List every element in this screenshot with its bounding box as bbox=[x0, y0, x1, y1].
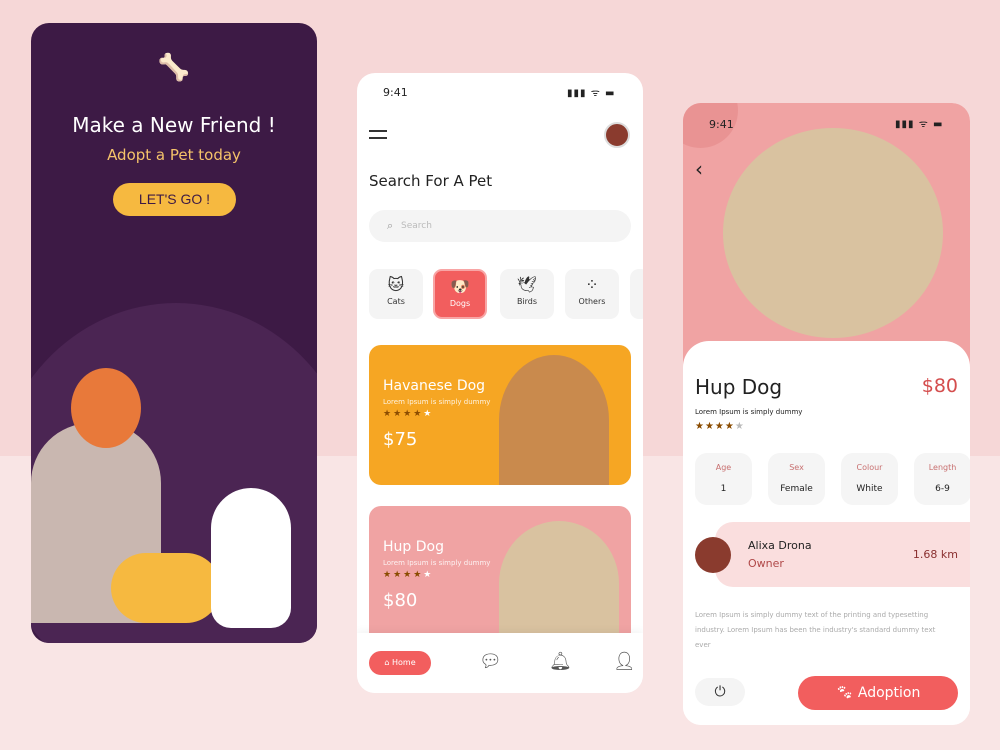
status-time: 9:41 bbox=[383, 86, 408, 99]
pet-name: Hup Dog bbox=[695, 375, 783, 399]
bird-icon: 🕊 bbox=[516, 275, 538, 294]
search-screen: 9:41 ▮▮▮ ᯤ ▬ Search For A Pet Search ⌕ 🐱… bbox=[357, 73, 643, 693]
profile-icon[interactable]: 👤︎ bbox=[613, 651, 636, 672]
attr-label: Sex bbox=[789, 463, 804, 472]
category-label: Dogs bbox=[449, 299, 471, 308]
pet-card-hup[interactable]: Hup Dog Lorem Ipsum is simply dummy ★★★★… bbox=[369, 506, 631, 646]
page-title: Search For A Pet bbox=[369, 172, 493, 190]
attr-label: Length bbox=[928, 463, 957, 472]
card-desc: Lorem Ipsum is simply dummy bbox=[383, 398, 491, 406]
category-label: Cats bbox=[387, 297, 405, 306]
category-label: Others bbox=[578, 297, 606, 306]
attr-value: White bbox=[856, 484, 883, 494]
card-title: Havanese Dog bbox=[383, 378, 486, 394]
home-icon: ⌂ bbox=[384, 658, 392, 667]
pet-description: Lorem Ipsum is simply dummy text of the … bbox=[695, 611, 936, 649]
category-dogs[interactable]: 🐶 Dogs bbox=[433, 269, 487, 319]
card-title: Hup Dog bbox=[383, 539, 444, 555]
category-birds[interactable]: 🕊 Birds bbox=[500, 269, 554, 319]
back-icon[interactable]: ‹ bbox=[695, 157, 703, 181]
attr-value: 1 bbox=[720, 484, 727, 494]
status-icons: ▮▮▮ ᯤ ▬ bbox=[895, 119, 944, 130]
cat-icon: 🐱 bbox=[387, 275, 405, 294]
owner-avatar bbox=[695, 537, 731, 573]
bone-logo-icon: 🦴 bbox=[157, 53, 191, 83]
attr-value: Female bbox=[780, 484, 813, 494]
power-icon: ⏻ bbox=[714, 684, 726, 700]
owner-role: Owner bbox=[748, 557, 784, 570]
card-desc: Lorem Ipsum is simply dummy bbox=[383, 559, 491, 567]
rating-stars: ★★★★★ bbox=[383, 409, 434, 419]
power-button[interactable]: ⏻ bbox=[695, 678, 745, 706]
dots-icon: ⁘ bbox=[585, 275, 599, 294]
category-cats[interactable]: 🐱 Cats bbox=[369, 269, 423, 319]
menu-icon[interactable] bbox=[369, 130, 387, 139]
bottom-nav: ⌂ Home 💬︎ 🔔︎ 👤︎ bbox=[357, 633, 643, 693]
card-price: $80 bbox=[383, 590, 418, 611]
paw-icon: 🐾︎ bbox=[835, 685, 858, 701]
pug-photo bbox=[723, 128, 943, 338]
havanese-photo bbox=[499, 355, 609, 485]
bell-icon[interactable]: 🔔︎ bbox=[549, 651, 572, 672]
status-time: 9:41 bbox=[709, 118, 734, 131]
nav-home[interactable]: ⌂ Home bbox=[369, 651, 431, 675]
attr-label: Age bbox=[715, 463, 732, 472]
rating-stars: ★★★★★ bbox=[695, 421, 745, 432]
attr-length: Length 6-9 bbox=[914, 453, 970, 505]
search-icon: ⌕ bbox=[387, 219, 394, 232]
attr-label: Colour bbox=[856, 463, 883, 472]
girl-legs-illustration bbox=[111, 553, 221, 623]
welcome-screen: 🦴 Make a New Friend ! Adopt a Pet today … bbox=[31, 23, 317, 643]
lets-go-button[interactable]: LET'S GO ! bbox=[113, 183, 236, 216]
pug-photo bbox=[499, 521, 619, 646]
card-price: $75 bbox=[383, 429, 418, 450]
attr-age: Age 1 bbox=[695, 453, 752, 505]
pet-price: $80 bbox=[921, 375, 958, 397]
category-others[interactable]: ⁘ Others bbox=[565, 269, 619, 319]
attr-colour: Colour White bbox=[841, 453, 898, 505]
chat-icon[interactable]: 💬︎ bbox=[479, 651, 502, 672]
dog-icon: 🐶 bbox=[450, 277, 470, 296]
attr-sex: Sex Female bbox=[768, 453, 825, 505]
girl-hair-illustration bbox=[71, 368, 141, 448]
adoption-button[interactable]: 🐾︎ Adoption bbox=[798, 676, 958, 710]
owner-name: Alixa Drona bbox=[748, 539, 812, 552]
category-label: Birds bbox=[516, 297, 538, 306]
nav-home-label: Home bbox=[392, 658, 416, 667]
welcome-subtitle: Adopt a Pet today bbox=[107, 146, 241, 164]
owner-distance: 1.68 km bbox=[912, 548, 958, 561]
adoption-label: Adoption bbox=[857, 685, 921, 701]
pet-desc: Lorem Ipsum is simply dummy bbox=[695, 408, 803, 416]
welcome-title: Make a New Friend ! bbox=[72, 113, 276, 137]
detail-screen: 9:41 ▮▮▮ ᯤ ▬ ‹ Hup Dog $80 Lorem Ipsum i… bbox=[683, 103, 970, 725]
status-icons: ▮▮▮ ᯤ ▬ bbox=[567, 88, 616, 99]
avatar[interactable] bbox=[604, 122, 630, 148]
category-more[interactable] bbox=[630, 269, 643, 319]
search-input[interactable]: Search bbox=[369, 210, 631, 242]
pet-card-havanese[interactable]: Havanese Dog Lorem Ipsum is simply dummy… bbox=[369, 345, 631, 485]
rating-stars: ★★★★★ bbox=[383, 570, 434, 580]
attr-value: 6-9 bbox=[935, 484, 950, 494]
cat-illustration bbox=[211, 488, 291, 628]
